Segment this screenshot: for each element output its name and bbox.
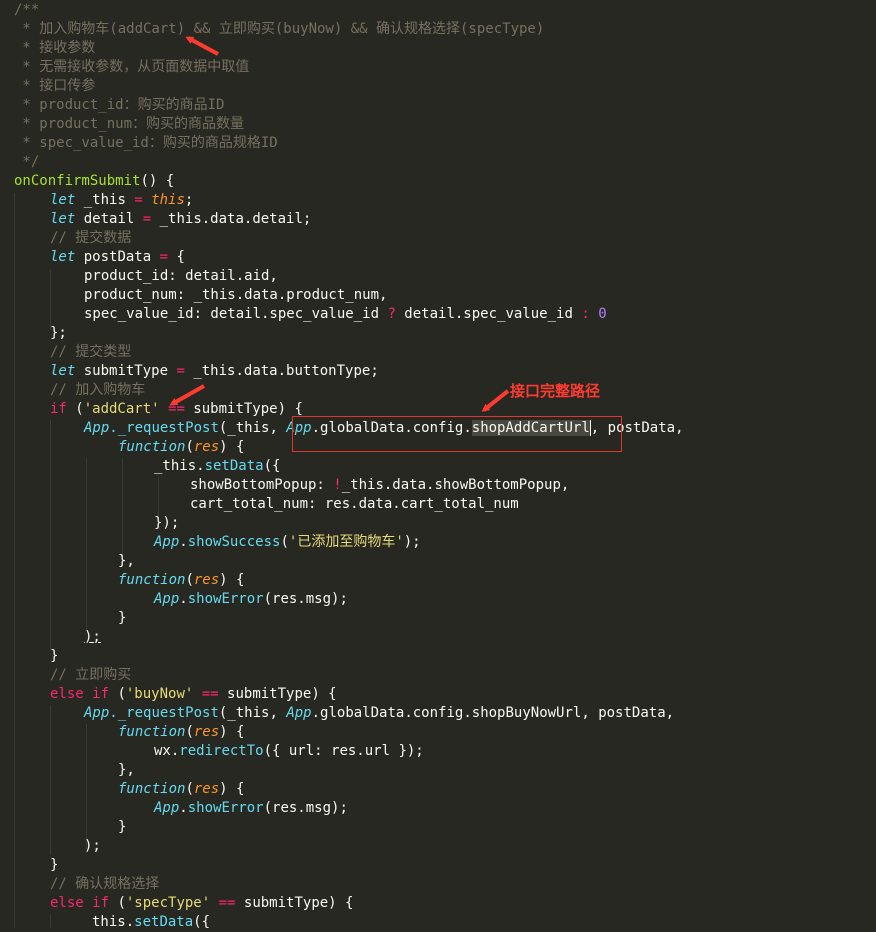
code-editor[interactable]: /** * 加入购物车(addCart) && 立即购买(buyNow) && … [0, 0, 876, 930]
arrow-to-if-addCart [169, 384, 205, 406]
arrow-to-addCart-comment [185, 36, 219, 56]
arrow-to-url-box [481, 389, 510, 412]
annotation-arrows [169, 36, 510, 412]
